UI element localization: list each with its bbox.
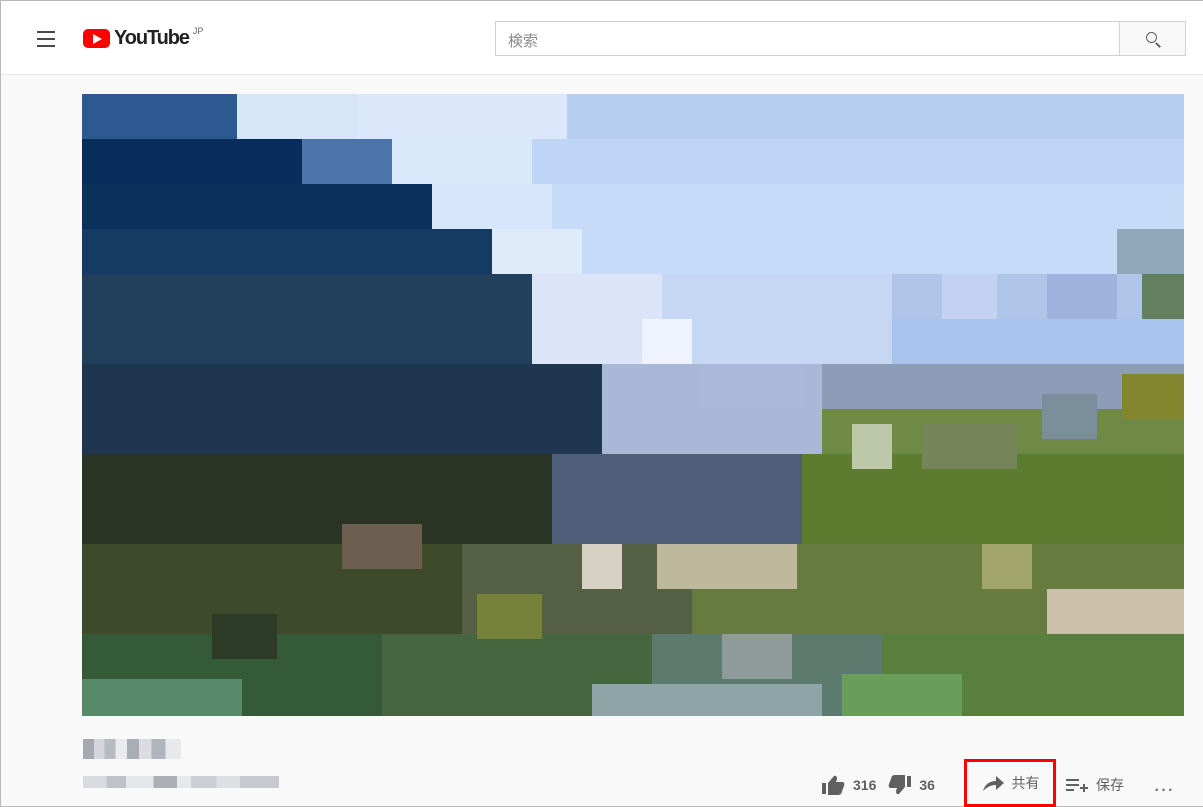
hamburger-menu-icon[interactable] <box>29 27 63 53</box>
save-label: 保存 <box>1096 777 1124 793</box>
dislike-count: 36 <box>919 777 935 793</box>
thumbs-up-icon <box>822 775 845 795</box>
pixelated-video-thumbnail <box>82 94 1184 716</box>
brand-name: YouTube <box>114 26 190 49</box>
add-to-playlist-icon <box>1066 779 1088 792</box>
masthead: YouTube JP 検索 <box>1 1 1203 75</box>
channel-meta-blurred <box>83 776 279 788</box>
share-button[interactable]: 共有 <box>964 759 1056 807</box>
video-title-blurred[interactable] <box>83 739 181 759</box>
browser-frame: YouTube JP 検索 316 36 共有 保存 ... <box>0 0 1203 807</box>
like-button[interactable]: 316 <box>821 767 888 803</box>
like-count: 316 <box>853 777 877 793</box>
search-button[interactable] <box>1119 21 1186 56</box>
video-actions: 316 36 <box>821 767 943 803</box>
share-arrow-icon <box>982 776 1004 791</box>
more-actions-icon[interactable]: ... <box>1152 770 1176 800</box>
youtube-play-icon <box>83 28 110 48</box>
video-player[interactable] <box>82 94 1184 716</box>
search-input[interactable]: 検索 <box>495 21 1119 56</box>
share-label: 共有 <box>1011 775 1040 791</box>
search-icon <box>1144 30 1162 48</box>
youtube-logo[interactable]: YouTube JP <box>83 26 203 50</box>
country-code: JP <box>192 26 204 36</box>
thumbs-down-icon <box>889 775 912 795</box>
save-button[interactable]: 保存 <box>1065 767 1124 803</box>
dislike-button[interactable]: 36 <box>888 767 943 803</box>
